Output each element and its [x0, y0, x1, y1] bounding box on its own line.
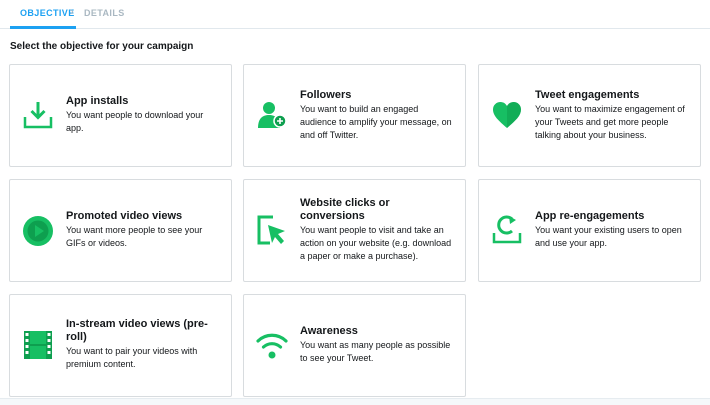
card-description: You want as many people as possible to s… [300, 340, 451, 363]
objective-card-in-stream-video-views[interactable]: In-stream video views (pre-roll) You wan… [9, 294, 232, 397]
cursor-click-icon [256, 214, 288, 246]
objective-tabs: OBJECTIVE › DETAILS [0, 0, 710, 29]
objective-card-promoted-video-views[interactable]: Promoted video views You want more peopl… [9, 179, 232, 282]
objective-card-followers[interactable]: Followers You want to build an engaged a… [243, 64, 466, 167]
chevron-right-icon: › [70, 6, 74, 18]
film-icon [22, 329, 54, 361]
card-title: Promoted video views [66, 210, 183, 222]
play-icon [22, 215, 54, 247]
page-title: Select the objective for your campaign [10, 41, 194, 52]
signal-icon [256, 329, 288, 361]
card-description: You want your existing users to open and… [535, 225, 682, 248]
card-description: You want to build an engaged audience to… [300, 104, 452, 140]
objective-card-tweet-engagements[interactable]: Tweet engagements You want to maximize e… [478, 64, 701, 167]
card-title: Tweet engagements [535, 89, 640, 101]
card-title: App re-engagements [535, 210, 645, 222]
download-icon [22, 99, 54, 131]
card-description: You want people to download your app. [66, 110, 204, 133]
card-description: You want more people to see your GIFs or… [66, 225, 203, 248]
card-description: You want to pair your videos with premiu… [66, 346, 198, 369]
objective-card-awareness[interactable]: Awareness You want as many people as pos… [243, 294, 466, 397]
card-title: App installs [66, 95, 129, 107]
user-follow-icon [256, 99, 288, 131]
objective-card-app-installs[interactable]: App installs You want people to download… [9, 64, 232, 167]
card-description: You want people to visit and take an act… [300, 225, 452, 261]
card-title: Awareness [300, 325, 358, 337]
card-description: You want to maximize engagement of your … [535, 104, 685, 140]
card-title: Website clicks or conversions [300, 197, 390, 222]
reengage-icon [491, 214, 523, 246]
objective-card-website-clicks[interactable]: Website clicks or conversions You want p… [243, 179, 466, 282]
tab-active-indicator [10, 26, 76, 29]
tab-details[interactable]: DETAILS [84, 8, 125, 18]
heart-icon [491, 99, 523, 131]
tab-objective[interactable]: OBJECTIVE [20, 8, 75, 18]
page-footer-bar [0, 398, 710, 405]
card-title: Followers [300, 89, 352, 101]
card-title: In-stream video views (pre-roll) [66, 318, 208, 343]
objective-card-app-reengagements[interactable]: App re-engagements You want your existin… [478, 179, 701, 282]
